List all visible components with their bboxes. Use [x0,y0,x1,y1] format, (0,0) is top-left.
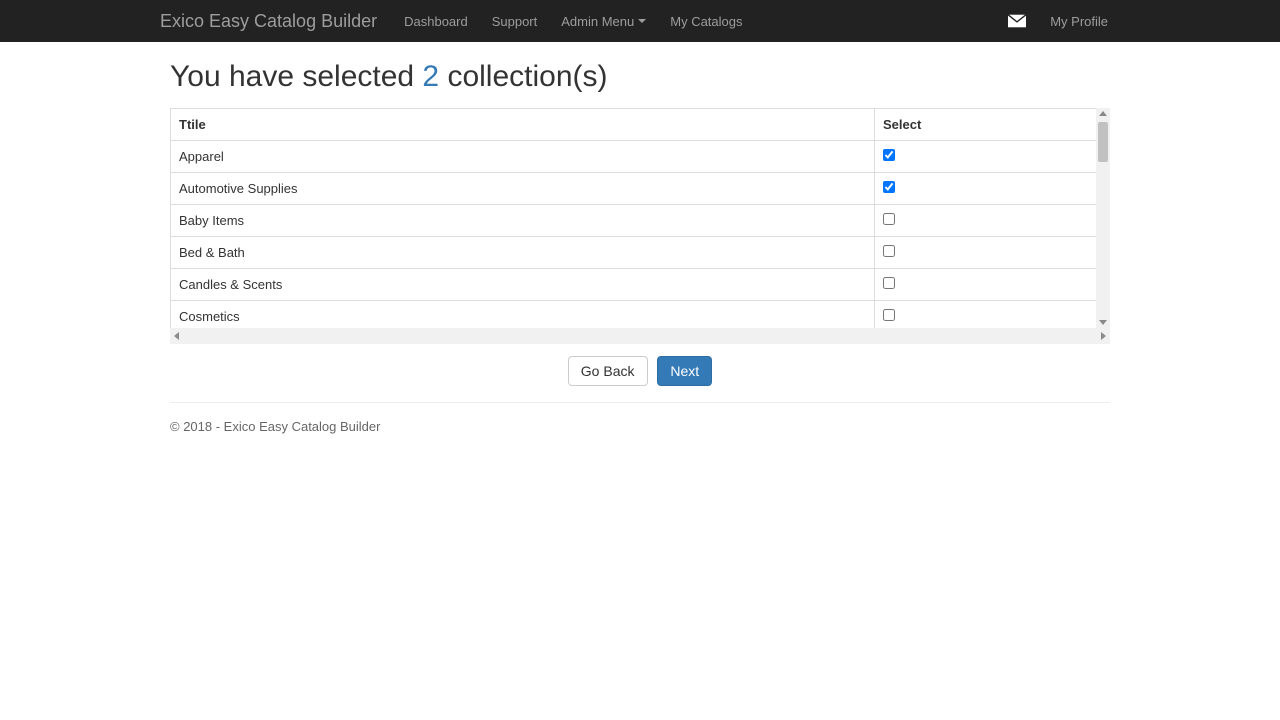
heading-suffix: collection(s) [439,60,607,93]
vertical-scrollbar[interactable] [1096,108,1110,328]
row-select-cell [875,269,1110,301]
collections-scroll-pane[interactable]: Ttile Select ApparelAutomotive SuppliesB… [170,108,1110,328]
go-back-button[interactable]: Go Back [568,356,648,386]
page-title: You have selected 2 collection(s) [170,60,1110,94]
row-select-checkbox[interactable] [883,213,895,225]
table-row: Candles & Scents [171,269,1110,301]
row-select-checkbox[interactable] [883,245,895,257]
row-title: Apparel [171,141,875,173]
nav-dashboard[interactable]: Dashboard [392,4,480,39]
row-select-checkbox[interactable] [883,149,895,161]
collections-table: Ttile Select ApparelAutomotive SuppliesB… [170,108,1110,328]
navbar: Exico Easy Catalog Builder Dashboard Sup… [0,0,1280,42]
row-title: Candles & Scents [171,269,875,301]
mail-icon[interactable] [996,4,1038,38]
table-row: Apparel [171,141,1110,173]
footer-text: © 2018 - Exico Easy Catalog Builder [170,419,1110,454]
brand-link[interactable]: Exico Easy Catalog Builder [160,1,392,42]
table-row: Bed & Bath [171,237,1110,269]
row-select-checkbox[interactable] [883,309,895,321]
table-row: Cosmetics [171,301,1110,329]
next-button[interactable]: Next [657,356,712,386]
row-select-cell [875,237,1110,269]
nav-support[interactable]: Support [480,4,550,39]
table-row: Automotive Supplies [171,173,1110,205]
col-header-select: Select [875,109,1110,141]
col-header-title: Ttile [171,109,875,141]
row-title: Bed & Bath [171,237,875,269]
horizontal-scrollbar[interactable] [170,328,1110,344]
row-select-cell [875,173,1110,205]
selected-count: 2 [422,60,439,93]
vertical-scrollbar-thumb[interactable] [1098,122,1108,162]
row-select-checkbox[interactable] [883,277,895,289]
row-select-checkbox[interactable] [883,181,895,193]
nav-my-profile[interactable]: My Profile [1038,4,1120,39]
row-select-cell [875,301,1110,329]
divider [170,402,1110,403]
heading-prefix: You have selected [170,60,422,93]
nav-admin-menu-label: Admin Menu [561,14,634,29]
chevron-down-icon [638,19,646,23]
table-row: Baby Items [171,205,1110,237]
row-select-cell [875,205,1110,237]
row-title: Cosmetics [171,301,875,329]
row-title: Baby Items [171,205,875,237]
nav-my-catalogs[interactable]: My Catalogs [658,4,754,39]
row-select-cell [875,141,1110,173]
row-title: Automotive Supplies [171,173,875,205]
nav-admin-menu[interactable]: Admin Menu [549,4,658,39]
